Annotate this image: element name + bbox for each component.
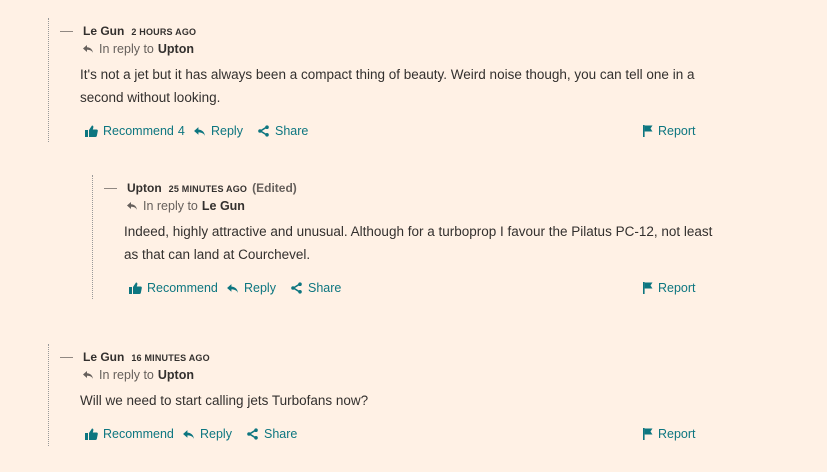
flag-icon <box>643 282 653 294</box>
share-button[interactable]: Share <box>257 124 308 138</box>
comment-header: — Upton 25 MINUTES AGO (Edited) <box>104 180 297 195</box>
reply-label: Reply <box>244 281 276 295</box>
comment-text: It's not a jet but it has always been a … <box>80 67 695 105</box>
collapse-button[interactable]: — <box>60 23 73 38</box>
recommend-button[interactable]: Recommend 4 <box>85 124 185 138</box>
thumbs-up-icon <box>85 125 98 137</box>
share-icon <box>247 428 258 440</box>
reply-to-author[interactable]: Upton <box>158 42 194 56</box>
comment-timestamp: 2 HOURS AGO <box>131 27 197 37</box>
reply-icon <box>227 283 238 293</box>
comment-timestamp: 16 MINUTES AGO <box>131 353 210 363</box>
collapse-button[interactable]: — <box>60 349 73 364</box>
share-icon <box>291 282 302 294</box>
share-button[interactable]: Share <box>246 427 297 441</box>
reply-to-label: In reply to <box>99 42 154 56</box>
reply-arrow-icon <box>83 45 93 53</box>
comment-timestamp: 25 MINUTES AGO <box>168 184 248 194</box>
share-label: Share <box>264 427 298 441</box>
comment: — Le Gun 16 MINUTES AGO In reply to Upto… <box>48 344 748 446</box>
reply-button[interactable]: Reply <box>226 281 276 295</box>
in-reply-to[interactable]: In reply to Upton <box>82 368 194 382</box>
reply-label: Reply <box>211 124 243 138</box>
share-icon <box>258 125 269 137</box>
recommend-label: Recommend <box>103 427 174 441</box>
share-button[interactable]: Share <box>290 281 341 295</box>
comment-header: — Le Gun 2 HOURS AGO <box>60 23 196 38</box>
comment-text: Will we need to start calling jets Turbo… <box>80 393 369 408</box>
share-label: Share <box>275 124 309 138</box>
comment-text: Indeed, highly attractive and unusual. A… <box>124 224 713 262</box>
reply-to-label: In reply to <box>143 199 198 213</box>
in-reply-to[interactable]: In reply to Upton <box>82 42 194 56</box>
in-reply-to[interactable]: In reply to Le Gun <box>126 199 245 213</box>
share-label: Share <box>308 281 342 295</box>
reply-icon <box>194 126 205 136</box>
reply-label: Reply <box>200 427 232 441</box>
comment-header: — Le Gun 16 MINUTES AGO <box>60 349 210 364</box>
recommend-label: Recommend <box>147 281 218 295</box>
comment-author[interactable]: Upton <box>127 181 162 195</box>
thread-line <box>92 175 93 299</box>
reply-to-author[interactable]: Le Gun <box>202 199 245 213</box>
report-button[interactable]: Report <box>643 427 696 441</box>
recommend-button[interactable]: Recommend <box>85 427 178 441</box>
reply-arrow-icon <box>127 202 137 210</box>
reply-to-author[interactable]: Upton <box>158 368 194 382</box>
thumbs-up-icon <box>85 428 98 440</box>
comment-author[interactable]: Le Gun <box>83 350 124 364</box>
recommend-button[interactable]: Recommend <box>129 281 222 295</box>
comment: — Upton 25 MINUTES AGO (Edited) In reply… <box>92 175 752 299</box>
collapse-button[interactable]: — <box>104 180 117 195</box>
flag-icon <box>643 428 653 440</box>
recommend-count: 4 <box>177 124 185 138</box>
report-label: Report <box>658 427 696 441</box>
report-label: Report <box>658 281 696 295</box>
edited-label: (Edited) <box>252 181 297 195</box>
reply-button[interactable]: Reply <box>193 124 243 138</box>
thread-line <box>48 18 49 142</box>
recommend-label: Recommend <box>103 124 174 138</box>
reply-to-label: In reply to <box>99 368 154 382</box>
thread-line <box>48 344 49 446</box>
report-button[interactable]: Report <box>643 124 696 138</box>
report-button[interactable]: Report <box>643 281 696 295</box>
comment: — Le Gun 2 HOURS AGO In reply to Upton I… <box>48 18 748 142</box>
reply-arrow-icon <box>83 371 93 379</box>
reply-button[interactable]: Reply <box>182 427 232 441</box>
reply-icon <box>183 429 194 439</box>
comment-author[interactable]: Le Gun <box>83 24 124 38</box>
thumbs-up-icon <box>129 282 142 294</box>
flag-icon <box>643 125 653 137</box>
report-label: Report <box>658 124 696 138</box>
